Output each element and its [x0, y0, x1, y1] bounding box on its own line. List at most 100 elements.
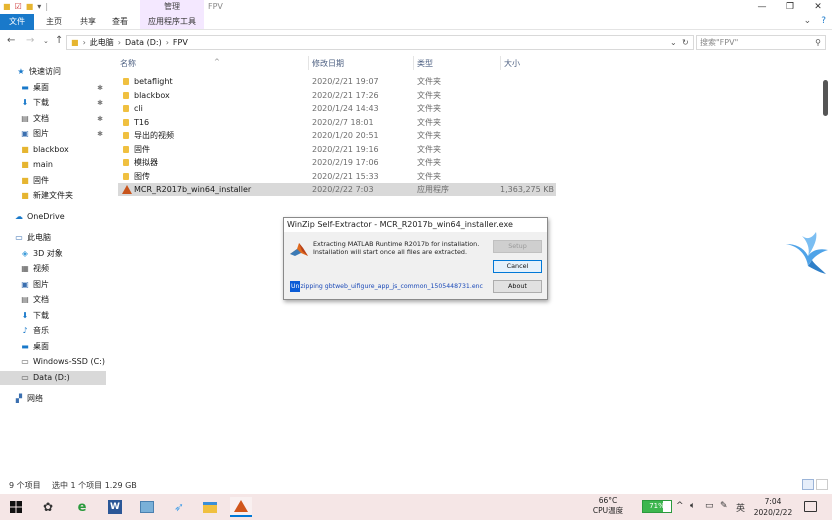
sidebar-item-3d-objects[interactable]: ◈ 3D 对象 [0, 247, 106, 261]
file-row-video-transmitter[interactable]: 图传 2020/2/21 15:33 文件夹 [118, 170, 556, 183]
minimize-button[interactable]: — [748, 0, 776, 14]
taskbar-app-edge[interactable]: e [71, 497, 93, 517]
back-icon[interactable]: ← [7, 35, 15, 46]
sidebar-item-quick-access[interactable]: ★ 快速访问 [0, 65, 106, 79]
sidebar-item-label: 新建文件夹 [33, 191, 73, 200]
drive-icon: ▭ [21, 357, 29, 366]
sidebar-item-firmware[interactable]: ■ 固件 [0, 174, 106, 188]
folder-icon[interactable]: ■ [3, 2, 11, 12]
windows-start-icon[interactable] [10, 501, 22, 513]
file-row-betaflight[interactable]: betaflight 2020/2/21 19:07 文件夹 [118, 75, 556, 88]
notification-center-icon[interactable] [804, 501, 817, 512]
details-view-icon[interactable] [802, 479, 814, 490]
sidebar-item-main[interactable]: ■ main [0, 158, 106, 172]
forward-icon[interactable]: → [26, 35, 34, 46]
column-header-date[interactable]: 修改日期 [312, 58, 412, 72]
file-row-mcr-installer[interactable]: MCR_R2017b_win64_installer 2020/2/22 7:0… [118, 183, 556, 196]
computer-icon: ▭ [15, 233, 23, 242]
properties-icon[interactable]: ☑ [15, 2, 22, 12]
breadcrumb-data-d[interactable]: Data (D:) [125, 38, 162, 47]
cancel-button[interactable]: Cancel [493, 260, 542, 273]
column-header-name[interactable]: 名称 ^ [120, 58, 310, 72]
bird-icon[interactable] [782, 228, 830, 276]
breadcrumb-fpv[interactable]: FPV [173, 38, 188, 47]
file-row-exported-videos[interactable]: 导出的视频 2020/1/20 20:51 文件夹 [118, 129, 556, 142]
search-input[interactable]: 搜索"FPV" ⚲ [696, 35, 826, 50]
address-path[interactable]: ■ › 此电脑 › Data (D:) › FPV [66, 35, 694, 50]
system-clock[interactable]: 7:04 2020/2/22 [750, 496, 796, 518]
taskbar-app-word[interactable]: W [104, 497, 126, 517]
file-date: 2020/1/24 14:43 [312, 104, 379, 113]
taskbar-app-matlab-installer[interactable] [230, 497, 252, 517]
sidebar-item-pictures[interactable]: ▣ 图片 ✱ [0, 127, 106, 141]
sidebar-item-onedrive[interactable]: ☁ OneDrive [0, 210, 106, 224]
desktop-icon: ▬ [21, 83, 29, 92]
file-row-firmware[interactable]: 固件 2020/2/21 19:16 文件夹 [118, 143, 556, 156]
sidebar-item-network[interactable]: ▞ 网络 [0, 392, 106, 406]
sidebar-item-this-pc[interactable]: ▭ 此电脑 [0, 231, 106, 245]
file-row-t16[interactable]: T16 2020/2/7 18:01 文件夹 [118, 116, 556, 129]
cpu-temperature[interactable]: 66°C CPU温度 [588, 496, 628, 516]
battery-icon[interactable]: ▭ [705, 501, 714, 511]
file-date: 2020/2/19 17:06 [312, 158, 379, 167]
sidebar-item-downloads[interactable]: ⬇ 下载 ✱ [0, 96, 106, 110]
sidebar-item-documents[interactable]: ▤ 文档 ✱ [0, 112, 106, 126]
sidebar-item-data-d[interactable]: ▭ Data (D:) [0, 371, 106, 385]
sidebar-item-windows-ssd[interactable]: ▭ Windows-SSD (C:) [0, 355, 106, 369]
volume-icon[interactable]: 🔈︎ [690, 501, 695, 511]
pen-icon[interactable]: ✎ [720, 501, 728, 511]
tab-file[interactable]: 文件 [0, 14, 34, 30]
dialog-message: Extracting MATLAB Runtime R2017b for ins… [313, 240, 493, 256]
taskbar-app-blue-window[interactable] [136, 497, 158, 517]
column-divider[interactable] [413, 56, 414, 70]
large-icons-view-icon[interactable] [816, 479, 828, 490]
sidebar-item-videos[interactable]: ▦ 视频 [0, 262, 106, 276]
address-dropdown-icon[interactable]: ⌄ [670, 38, 677, 47]
column-header-size[interactable]: 大小 [504, 58, 564, 72]
expand-ribbon-icon[interactable]: ⌄ [804, 16, 812, 26]
file-type: 文件夹 [417, 172, 441, 181]
help-icon[interactable]: ? [821, 16, 826, 26]
about-button[interactable]: About [493, 280, 542, 293]
new-folder-icon[interactable]: ■ [26, 2, 34, 12]
refresh-icon[interactable]: ↻ [682, 38, 689, 47]
close-button[interactable]: ✕ [804, 0, 832, 14]
file-row-blackbox[interactable]: blackbox 2020/2/21 17:26 文件夹 [118, 89, 556, 102]
sidebar-item-music[interactable]: ♪ 音乐 [0, 324, 106, 338]
sidebar-item-downloads-pc[interactable]: ⬇ 下载 [0, 309, 106, 323]
sidebar-item-blackbox[interactable]: ■ blackbox [0, 143, 106, 157]
up-icon[interactable]: ↑ [55, 35, 63, 46]
column-divider[interactable] [308, 56, 309, 70]
sidebar-item-new-folder[interactable]: ■ 新建文件夹 [0, 189, 106, 203]
tab-share[interactable]: 共享 [74, 14, 102, 30]
breadcrumb-this-pc[interactable]: 此电脑 [90, 37, 114, 48]
sidebar-item-desktop-pc[interactable]: ▬ 桌面 [0, 340, 106, 354]
recent-locations-icon[interactable]: ⌄ [43, 37, 49, 45]
input-method-indicator[interactable]: 英 [736, 501, 745, 514]
taskbar-app-pinwheel[interactable]: ✿ [37, 497, 59, 517]
setup-button[interactable]: Setup [493, 240, 542, 253]
navigation-pane: ★ 快速访问 ▬ 桌面 ✱ ⬇ 下载 ✱ ▤ 文档 ✱ ▣ 图片 ✱ ■ blackbox ■ mai… [0, 60, 108, 480]
tab-application-tools[interactable]: 应用程序工具 [140, 14, 204, 30]
taskbar-app-file-explorer[interactable] [199, 497, 221, 517]
file-row-cli[interactable]: cli 2020/1/24 14:43 文件夹 [118, 102, 556, 115]
tab-home[interactable]: 主页 [40, 14, 68, 30]
file-row-simulator[interactable]: 模拟器 2020/2/19 17:06 文件夹 [118, 156, 556, 169]
dialog-title: WinZip Self-Extractor - MCR_R2017b_win64… [284, 218, 547, 232]
customize-toolbar-icon[interactable]: ▾ [37, 2, 41, 12]
taskbar-app-bird[interactable]: ➶ [168, 497, 190, 517]
vertical-scrollbar[interactable] [823, 80, 828, 116]
battery-indicator[interactable]: 71% [642, 500, 672, 513]
column-divider[interactable] [500, 56, 501, 70]
tab-view[interactable]: 查看 [106, 14, 134, 30]
sidebar-item-label: 图片 [33, 129, 49, 138]
sidebar-item-documents-pc[interactable]: ▤ 文档 [0, 293, 106, 307]
maximize-button[interactable]: ❐ [776, 0, 804, 14]
column-header-type[interactable]: 类型 [417, 58, 497, 72]
folder-icon [123, 173, 129, 180]
sidebar-item-desktop[interactable]: ▬ 桌面 ✱ [0, 81, 106, 95]
winzip-extractor-dialog: WinZip Self-Extractor - MCR_R2017b_win64… [283, 217, 548, 300]
chevron-up-icon[interactable]: ^ [676, 501, 684, 511]
sidebar-item-pictures-pc[interactable]: ▣ 图片 [0, 278, 106, 292]
star-icon: ★ [17, 67, 25, 76]
